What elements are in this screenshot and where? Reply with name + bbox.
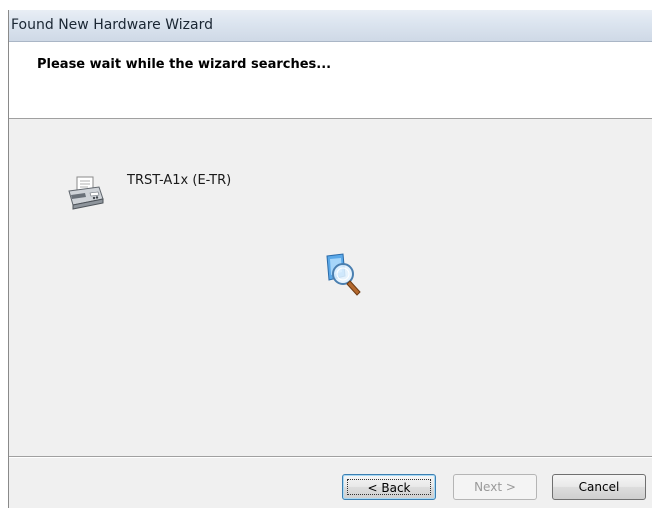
- cancel-button[interactable]: Cancel: [552, 474, 646, 500]
- title-bar[interactable]: Found New Hardware Wizard: [9, 10, 652, 42]
- search-magnifier-icon: [326, 253, 361, 296]
- back-button[interactable]: < Back: [342, 474, 436, 500]
- next-button[interactable]: Next >: [453, 474, 537, 500]
- footer-divider: [9, 456, 652, 458]
- page-heading: Please wait while the wizard searches...: [37, 57, 332, 72]
- fax-printer-icon: [68, 176, 104, 210]
- window-title: Found New Hardware Wizard: [11, 17, 213, 33]
- wizard-header: Please wait while the wizard searches...: [9, 42, 652, 119]
- back-button-label: < Back: [347, 479, 431, 495]
- device-name: TRST-A1x (E-TR): [127, 173, 232, 188]
- wizard-window: Found New Hardware Wizard Please wait wh…: [8, 10, 652, 508]
